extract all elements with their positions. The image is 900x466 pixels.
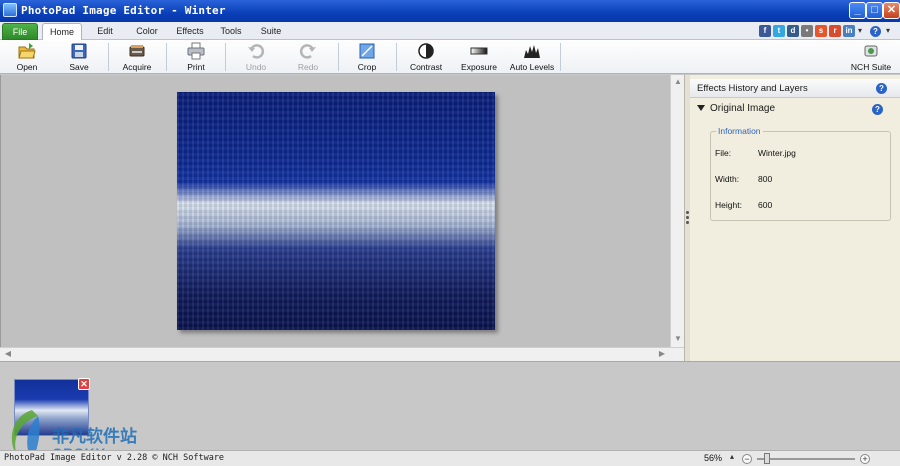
zoom-dropdown-icon[interactable]: ▴ — [730, 452, 734, 461]
auto-levels-button[interactable]: Auto Levels — [508, 41, 556, 73]
printer-icon — [187, 42, 205, 60]
chevron-down-icon[interactable]: ▾ — [858, 26, 870, 38]
panel-title: Effects History and Layers — [697, 83, 808, 94]
auto-levels-label: Auto Levels — [509, 62, 555, 72]
nch-suite-icon — [864, 45, 878, 57]
menu-tabs: File Home Edit Color Effects Tools Suite… — [0, 22, 900, 40]
zoom-slider-handle[interactable] — [764, 453, 770, 464]
separator — [166, 43, 167, 71]
tab-effects[interactable]: Effects — [170, 23, 210, 40]
save-button[interactable]: Save — [55, 41, 103, 73]
tab-tools[interactable]: Tools — [214, 23, 248, 40]
contrast-button[interactable]: Contrast — [402, 41, 450, 73]
help-icon[interactable]: ? — [876, 83, 887, 94]
app-icon — [3, 3, 17, 17]
maximize-button[interactable]: □ — [866, 2, 883, 19]
tab-file[interactable]: File — [2, 23, 38, 40]
scroll-left-arrow[interactable]: ◀ — [2, 348, 14, 360]
acquire-button[interactable]: Acquire — [113, 41, 161, 73]
open-label: Open — [16, 62, 38, 72]
twitter-icon[interactable]: t — [773, 25, 785, 37]
horizontal-scrollbar[interactable]: ◀ ▶ — [0, 347, 684, 361]
original-image-label: Original Image — [710, 103, 776, 114]
exposure-icon — [470, 47, 488, 55]
title-bar: PhotoPad Image Editor - Winter _ □ ✕ — [0, 0, 900, 22]
winter-photo — [177, 92, 495, 330]
tab-edit[interactable]: Edit — [88, 23, 122, 40]
effects-panel: Effects History and Layers ? Original Im… — [690, 75, 900, 361]
dropdown-arrow-icon[interactable]: ▾ — [886, 26, 898, 38]
file-value: Winter.jpg — [758, 148, 796, 158]
print-label: Print — [187, 62, 205, 72]
delicious-icon[interactable]: • — [801, 25, 813, 37]
contrast-icon — [418, 43, 434, 59]
facebook-icon[interactable]: f — [759, 25, 771, 37]
tab-suite[interactable]: Suite — [254, 23, 288, 40]
redo-label: Redo — [297, 62, 319, 72]
crop-icon — [359, 43, 375, 59]
scroll-right-arrow[interactable]: ▶ — [656, 348, 668, 360]
scanner-icon — [129, 45, 145, 57]
levels-histogram-icon — [524, 45, 540, 58]
close-button[interactable]: ✕ — [883, 2, 900, 19]
reddit-icon[interactable]: r — [829, 25, 841, 37]
digg-icon[interactable]: d — [787, 25, 799, 37]
open-button[interactable]: Open — [3, 41, 51, 73]
print-button[interactable]: Print — [172, 41, 220, 73]
file-label: File: — [715, 148, 732, 158]
contrast-label: Contrast — [409, 62, 443, 72]
separator — [396, 43, 397, 71]
window-title: PhotoPad Image Editor - Winter — [21, 4, 226, 17]
undo-label: Undo — [245, 62, 267, 72]
width-value: 800 — [758, 174, 773, 184]
undo-button[interactable]: Undo — [232, 41, 280, 73]
height-value: 600 — [758, 200, 773, 210]
exposure-label: Exposure — [461, 62, 497, 72]
linkedin-icon[interactable]: in — [843, 25, 855, 37]
save-label: Save — [69, 62, 89, 72]
redo-button[interactable]: Redo — [284, 41, 332, 73]
separator — [338, 43, 339, 71]
exposure-button[interactable]: Exposure — [455, 41, 503, 73]
watermark-cn-text: 非凡软件站 — [52, 427, 137, 447]
crop-button[interactable]: Crop — [343, 41, 391, 73]
scroll-down-arrow[interactable]: ▼ — [672, 333, 684, 345]
separator — [560, 43, 561, 71]
vertical-scrollbar[interactable]: ▲ ▼ — [670, 75, 684, 347]
close-thumbnail-button[interactable]: ✕ — [78, 378, 90, 390]
expand-triangle-icon[interactable] — [697, 105, 705, 112]
information-box: Information File: Winter.jpg Width: 800 … — [710, 126, 891, 221]
tab-color[interactable]: Color — [128, 23, 166, 40]
separator — [108, 43, 109, 71]
folder-open-icon — [18, 43, 36, 59]
minimize-button[interactable]: _ — [849, 2, 866, 19]
acquire-label: Acquire — [122, 62, 152, 72]
original-image-node[interactable]: Original Image — [697, 103, 775, 114]
zoom-slider-track[interactable] — [757, 458, 855, 460]
nch-suite-button[interactable]: NCH Suite — [847, 41, 895, 73]
help-icon[interactable]: ? — [870, 26, 881, 37]
redo-icon — [299, 44, 316, 59]
information-legend: Information — [716, 126, 763, 136]
separator — [225, 43, 226, 71]
toolbar: Open Save Acquire Print Undo Redo Crop C… — [0, 40, 900, 74]
zoom-level: 56% — [704, 453, 723, 463]
stumbleupon-icon[interactable]: s — [815, 25, 827, 37]
undo-icon — [248, 44, 265, 59]
height-label: Height: — [715, 200, 742, 210]
panel-header: Effects History and Layers ? — [690, 79, 900, 98]
layer-help-icon[interactable]: ? — [872, 104, 883, 115]
status-bar: PhotoPad Image Editor v 2.28 © NCH Softw… — [0, 450, 900, 466]
zoom-out-button[interactable]: − — [742, 454, 752, 464]
zoom-in-button[interactable]: + — [860, 454, 870, 464]
tab-home[interactable]: Home — [42, 23, 82, 40]
nch-suite-label: NCH Suite — [850, 62, 892, 72]
crop-label: Crop — [357, 62, 377, 72]
width-label: Width: — [715, 174, 740, 184]
save-icon — [71, 43, 87, 59]
image-canvas[interactable] — [0, 75, 670, 347]
status-text: PhotoPad Image Editor v 2.28 © NCH Softw… — [4, 453, 225, 463]
scroll-up-arrow[interactable]: ▲ — [672, 76, 684, 88]
